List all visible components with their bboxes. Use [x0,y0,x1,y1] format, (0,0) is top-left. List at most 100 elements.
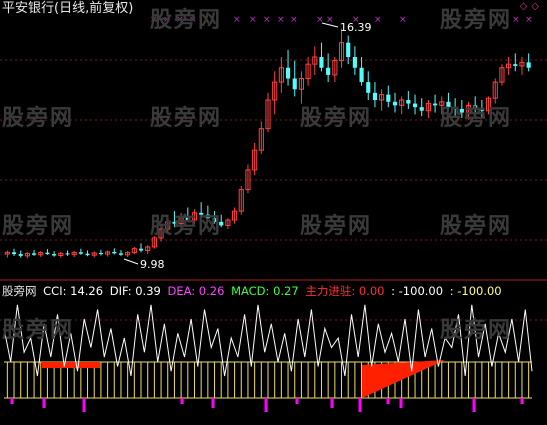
kline-chart[interactable]: × × × × × × × × × × × × × × × × 16.39 9.98 平安银行(日线,前复权)… [0,0,547,425]
candle [379,89,385,111]
candle [265,92,271,133]
signal-marker: × [277,15,285,25]
candle [473,96,478,115]
candle [138,243,144,253]
high-price-label: 16.39 [340,21,372,34]
signal-marker: × [176,15,184,25]
candle [419,98,424,117]
candle [386,85,391,108]
candle [499,64,505,86]
signal-marker: × [290,15,298,25]
candle [78,248,83,255]
indicator-series [3,304,533,412]
candle [45,249,50,255]
candle [479,100,484,118]
candle [38,251,44,257]
candle [91,251,97,258]
candle [359,57,364,86]
candlestick-series: × × × × × × × × × × × × × × × × [4,15,533,259]
corner-markers: ◇◇ [519,1,543,12]
low-price-label: 9.98 [140,258,165,271]
candle [145,245,151,255]
candle [191,209,198,224]
candle [412,94,418,115]
signal-marker: × [374,15,382,25]
candle [338,28,345,68]
candle [199,202,204,219]
chart-title: 平安银行(日线,前复权) [2,1,134,16]
candle [465,101,472,120]
candle [485,96,492,115]
candle [278,57,284,93]
candle [185,207,190,222]
candle [425,100,431,118]
candle [392,92,398,113]
candle [319,42,324,72]
candle [513,53,518,72]
dif-value: DIF: 0.39 [109,284,161,298]
candle [71,251,77,257]
price-grid [0,59,547,321]
candle [112,248,117,255]
candle [326,53,331,83]
candle [305,57,311,86]
candle [105,250,111,257]
candle [4,250,10,258]
candle [252,143,258,176]
signal-marker: × [263,15,271,25]
candle [24,252,30,259]
candle [238,186,244,215]
candle [459,100,464,118]
candle [58,251,64,258]
chart-canvas: × × × × × × × × × × × × × × × × 16.39 9.98 [0,15,547,412]
candle [32,249,37,256]
candle [372,82,378,108]
candle [125,251,131,257]
candle [178,212,184,229]
macd-value: MACD: 0.27 [231,284,299,298]
candle [18,250,23,258]
candle [453,98,458,117]
candle [406,91,411,109]
candle [298,71,304,104]
candle [446,92,451,111]
cci-value: CCI: 14.26 [43,284,104,298]
candle [232,207,238,224]
signal-marker: × [150,15,158,25]
candle [98,249,103,256]
candle [399,96,405,115]
candle [65,250,70,256]
candle [11,248,17,256]
candle [158,225,164,242]
signal-marker: × [249,15,257,25]
candle [131,246,137,255]
signal-marker: × [233,15,241,25]
candle [118,250,124,256]
candle [165,218,171,233]
candle [245,164,251,194]
signal-marker: × [399,15,407,25]
level2-value: : -100.00 [449,284,502,298]
signal-marker: × [163,15,171,25]
candle [272,71,278,115]
candle [205,205,210,221]
indicator-legend: 股旁网 CCI: 14.26 DIF: 0.39 DEA: 0.26 MACD:… [2,284,505,298]
candle [85,250,90,257]
indicator-name: 股旁网 [2,284,37,298]
candle [332,57,338,83]
candle [312,46,318,75]
level1-value: : -100.00 [391,284,444,298]
candle [172,211,177,228]
signal-marker: × [326,15,334,25]
candle [219,214,224,228]
candle [52,251,57,257]
candle [258,121,264,154]
signal-marker: × [512,15,520,25]
candle [292,60,297,97]
candle [225,218,231,229]
signal-marker: × [525,15,533,25]
low-arrow [123,258,139,265]
dea-value: DEA: 0.26 [167,284,225,298]
main-force-area [42,362,100,368]
candle [352,46,357,75]
